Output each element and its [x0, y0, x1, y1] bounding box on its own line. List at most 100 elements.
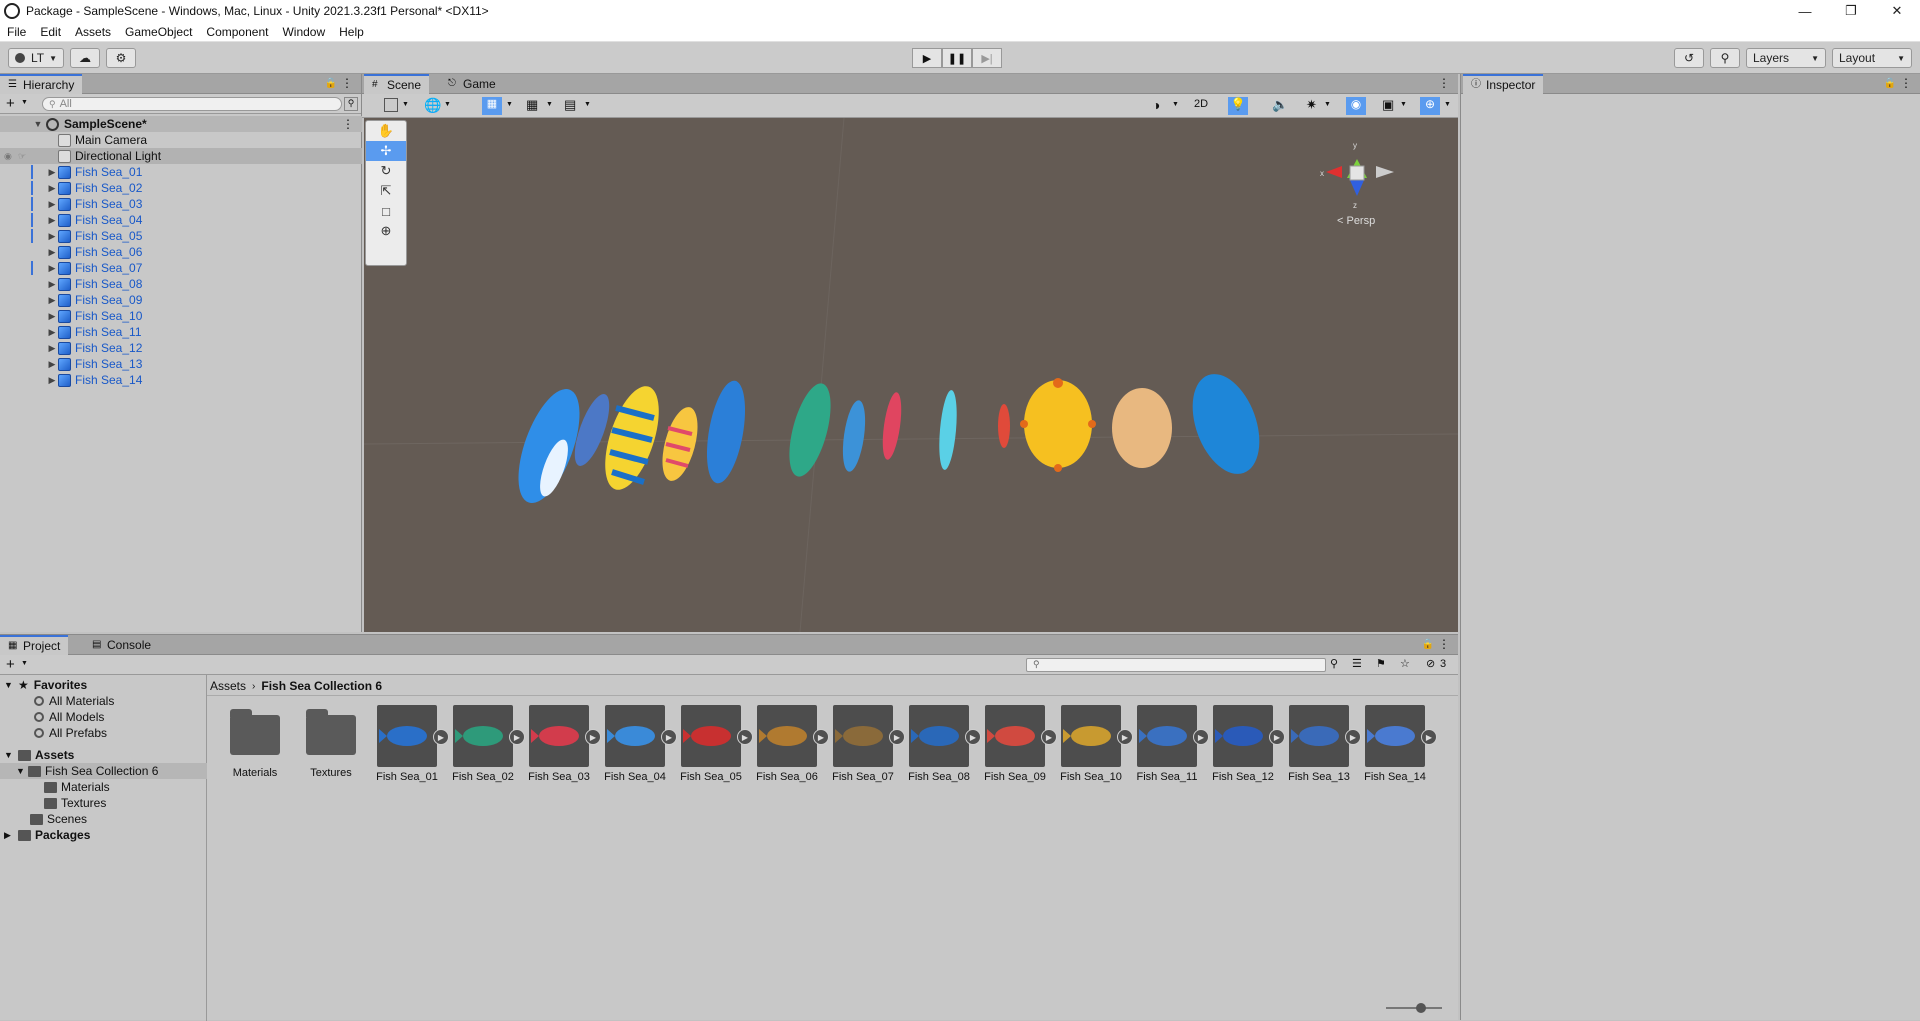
fish-prefab-asset[interactable]: ▶ Fish Sea_05: [678, 705, 753, 785]
fish-prefab-asset[interactable]: ▶ Fish Sea_12: [1210, 705, 1285, 785]
fish-prefab-asset[interactable]: ▶ Fish Sea_14: [1362, 705, 1437, 785]
minimize-icon[interactable]: —: [1782, 0, 1828, 22]
breadcrumb-current[interactable]: Fish Sea Collection 6: [261, 679, 382, 693]
hierarchy-item[interactable]: ▶ Fish Sea_10: [0, 308, 362, 324]
packages-row[interactable]: ▶ Packages: [0, 827, 207, 843]
audio-icon[interactable]: 🔈: [1272, 97, 1288, 113]
play-preview-icon[interactable]: ▶: [1269, 729, 1285, 745]
layout-dropdown[interactable]: Layout ▼: [1832, 48, 1912, 68]
chevron-right-icon[interactable]: ▶: [46, 199, 58, 210]
chevron-right-icon[interactable]: ▶: [46, 311, 58, 322]
chevron-down-icon[interactable]: ▼: [1172, 101, 1179, 108]
play-preview-icon[interactable]: ▶: [1117, 729, 1133, 745]
hierarchy-item[interactable]: ▶ Fish Sea_03: [0, 196, 362, 212]
play-preview-icon[interactable]: ▶: [813, 729, 829, 745]
menu-edit[interactable]: Edit: [33, 25, 68, 39]
camera-projection-label[interactable]: < Persp: [1337, 215, 1375, 227]
chevron-down-icon[interactable]: ▼: [21, 660, 28, 667]
kebab-menu-icon[interactable]: ⋮: [1900, 76, 1912, 90]
chevron-right-icon[interactable]: ▶: [46, 231, 58, 242]
chevron-right-icon[interactable]: ▶: [46, 343, 58, 354]
lighting-icon[interactable]: 💡: [1228, 97, 1248, 115]
chevron-down-icon[interactable]: ▼: [1324, 101, 1331, 108]
cloud-button[interactable]: ☁: [70, 48, 100, 68]
hierarchy-item[interactable]: Main Camera: [0, 132, 362, 148]
play-preview-icon[interactable]: ▶: [509, 729, 525, 745]
chevron-down-icon[interactable]: ▼: [546, 101, 553, 108]
fish-sea-05[interactable]: [700, 378, 752, 486]
chevron-down-icon[interactable]: ▼: [506, 101, 513, 108]
menu-component[interactable]: Component: [199, 25, 275, 39]
chevron-right-icon[interactable]: ▶: [46, 359, 58, 370]
pause-button[interactable]: ❚❚: [942, 48, 972, 68]
chevron-right-icon[interactable]: ▶: [46, 215, 58, 226]
hidden-packages-icon[interactable]: ⊘: [1426, 657, 1435, 670]
play-preview-icon[interactable]: ▶: [1345, 729, 1361, 745]
scene-viewport[interactable]: y x z < Persp: [364, 118, 1458, 632]
fish-prefab-asset[interactable]: ▶ Fish Sea_02: [450, 705, 525, 785]
undo-history-button[interactable]: ↺: [1674, 48, 1704, 68]
breadcrumb-assets[interactable]: Assets: [210, 679, 246, 693]
project-search-input[interactable]: ⚲: [1026, 658, 1326, 672]
transform-tool-icon[interactable]: ⊕: [366, 221, 406, 241]
hierarchy-item[interactable]: ▶ Fish Sea_06: [0, 244, 362, 260]
play-preview-icon[interactable]: ▶: [889, 729, 905, 745]
hierarchy-item[interactable]: ▶ Fish Sea_11: [0, 324, 362, 340]
chevron-down-icon[interactable]: ▼: [402, 101, 409, 108]
hierarchy-search-input[interactable]: ⚲ All: [42, 97, 342, 111]
fish-prefab-asset[interactable]: ▶ Fish Sea_03: [526, 705, 601, 785]
fish-sea-06[interactable]: [781, 379, 839, 481]
rotate-tool-icon[interactable]: ↻: [366, 161, 406, 181]
chevron-down-icon[interactable]: ▼: [4, 750, 16, 760]
tab-console[interactable]: ▤ Console: [84, 635, 159, 655]
tab-game[interactable]: ⎋ Game: [440, 74, 504, 94]
chevron-right-icon[interactable]: ▶: [46, 327, 58, 338]
tree-item-scenes[interactable]: Scenes: [0, 811, 207, 827]
rect-tool-icon[interactable]: □: [366, 201, 406, 221]
chevron-down-icon[interactable]: ▼: [32, 119, 44, 129]
tab-project[interactable]: ▦ Project: [0, 635, 69, 655]
hierarchy-item[interactable]: ▶ Fish Sea_08: [0, 276, 362, 292]
hierarchy-item[interactable]: ◉ ☞ Directional Light: [0, 148, 362, 164]
play-preview-icon[interactable]: ▶: [965, 729, 981, 745]
fish-sea-07[interactable]: [839, 399, 869, 473]
kebab-menu-icon[interactable]: ⋮: [1438, 76, 1450, 90]
fish-prefab-asset[interactable]: ▶ Fish Sea_01: [374, 705, 449, 785]
menu-window[interactable]: Window: [275, 25, 332, 39]
chevron-right-icon[interactable]: ▶: [46, 167, 58, 178]
camera-icon[interactable]: ▣: [1382, 97, 1394, 113]
hierarchy-item[interactable]: ▶ Fish Sea_09: [0, 292, 362, 308]
fish-sea-10[interactable]: [998, 404, 1010, 448]
hierarchy-item[interactable]: ▶ Fish Sea_12: [0, 340, 362, 356]
hierarchy-item[interactable]: ▶ Fish Sea_05: [0, 228, 362, 244]
search-button[interactable]: ⚲: [1710, 48, 1740, 68]
draw-mode-icon[interactable]: [384, 98, 398, 112]
fish-prefab-asset[interactable]: ▶ Fish Sea_08: [906, 705, 981, 785]
kebab-menu-icon[interactable]: ⋮: [341, 76, 353, 90]
hierarchy-item[interactable]: ▶ Fish Sea_04: [0, 212, 362, 228]
chevron-down-icon[interactable]: ▼: [1444, 101, 1451, 108]
lock-icon[interactable]: 🔒: [1422, 639, 1434, 650]
gizmos-icon[interactable]: ⊕: [1420, 97, 1440, 115]
move-tool-icon[interactable]: ✢: [366, 141, 406, 161]
fish-prefab-asset[interactable]: ▶ Fish Sea_06: [754, 705, 829, 785]
fish-prefab-asset[interactable]: ▶ Fish Sea_10: [1058, 705, 1133, 785]
star-icon[interactable]: ☆: [1400, 657, 1410, 670]
fish-sea-04[interactable]: [656, 403, 705, 484]
tab-hierarchy[interactable]: ☰ Hierarchy: [0, 74, 83, 94]
global-icon[interactable]: 🌐: [424, 97, 441, 114]
chevron-down-icon[interactable]: ▼: [4, 680, 16, 690]
visibility-icon[interactable]: ◉: [4, 151, 18, 162]
step-button[interactable]: ▶|: [972, 48, 1002, 68]
tab-inspector[interactable]: ⓘ Inspector: [1463, 74, 1544, 94]
favorites-row[interactable]: ▼ ★ Favorites: [0, 677, 207, 693]
chevron-down-icon[interactable]: ▼: [584, 101, 591, 108]
chevron-right-icon[interactable]: ▶: [46, 263, 58, 274]
favorite-item[interactable]: All Models: [0, 709, 207, 725]
hand-tool-icon[interactable]: ✋: [366, 121, 406, 141]
orientation-gizmo[interactable]: y x z < Persp: [1320, 141, 1394, 227]
grid-icon[interactable]: ▦: [526, 97, 538, 113]
zoom-slider[interactable]: [1386, 1003, 1442, 1013]
services-button[interactable]: ⚙: [106, 48, 136, 68]
menu-file[interactable]: File: [0, 25, 33, 39]
